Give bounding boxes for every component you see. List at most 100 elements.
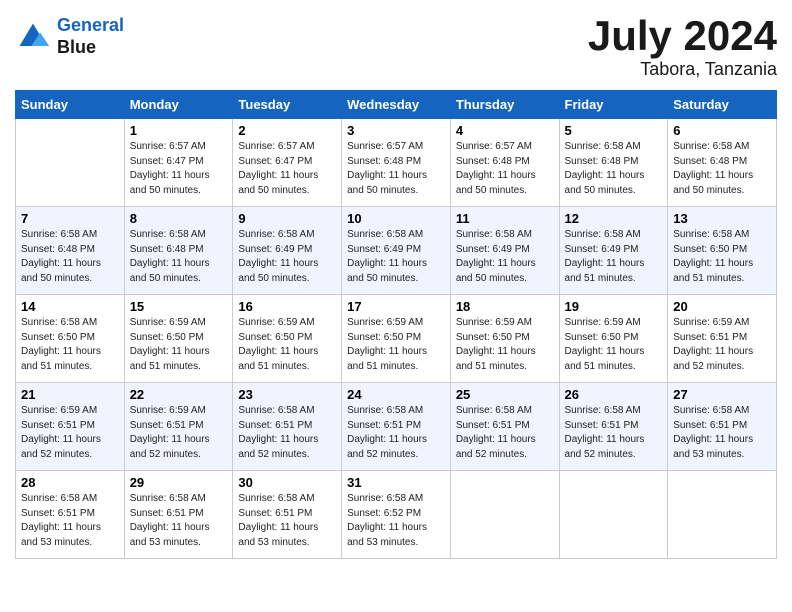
day-info: Sunrise: 6:58 AM Sunset: 6:50 PM Dayligh… xyxy=(673,228,771,286)
calendar-cell: 10Sunrise: 6:58 AM Sunset: 6:49 PM Dayli… xyxy=(342,207,451,295)
day-number: 25 xyxy=(456,387,554,402)
page-header: General Blue July 2024 Tabora, Tanzania xyxy=(15,15,777,80)
day-number: 31 xyxy=(347,475,445,490)
day-number: 20 xyxy=(673,299,771,314)
calendar-cell: 3 Sunrise: 6:57 AM Sunset: 6:48 PM Daylig… xyxy=(342,119,451,207)
day-number: 18 xyxy=(456,299,554,314)
day-number: 26 xyxy=(565,387,663,402)
calendar-cell: 22 Sunrise: 6:59 AM Sunset: 6:51 PM Dayli… xyxy=(124,383,233,471)
calendar-cell: 23 Sunrise: 6:58 AM Sunset: 6:51 PM Dayli… xyxy=(233,383,342,471)
day-number: 22 xyxy=(130,387,228,402)
logo: General Blue xyxy=(15,15,124,58)
day-info: Sunrise: 6:58 AM Sunset: 6:51 PM Dayligh… xyxy=(130,492,228,550)
calendar-cell: 9 Sunrise: 6:58 AM Sunset: 6:49 PM Daylig… xyxy=(233,207,342,295)
day-number: 11 xyxy=(456,211,554,226)
day-number: 12 xyxy=(565,211,663,226)
day-info: Sunrise: 6:58 AM Sunset: 6:48 PM Dayligh… xyxy=(130,228,228,286)
day-info: Sunrise: 6:57 AM Sunset: 6:48 PM Dayligh… xyxy=(347,140,445,198)
day-number: 27 xyxy=(673,387,771,402)
day-info: Sunrise: 6:59 AM Sunset: 6:51 PM Dayligh… xyxy=(130,404,228,462)
day-info: Sunrise: 6:58 AM Sunset: 6:51 PM Dayligh… xyxy=(238,404,336,462)
day-info: Sunrise: 6:58 AM Sunset: 6:51 PM Dayligh… xyxy=(21,492,119,550)
calendar-cell: 17 Sunrise: 6:59 AM Sunset: 6:50 PM Dayli… xyxy=(342,295,451,383)
day-number: 13 xyxy=(673,211,771,226)
calendar-cell: 28 Sunrise: 6:58 AM Sunset: 6:51 PM Dayli… xyxy=(16,471,125,559)
calendar-cell: 14 Sunrise: 6:58 AM Sunset: 6:50 PM Dayli… xyxy=(16,295,125,383)
calendar-table: SundayMondayTuesdayWednesdayThursdayFrid… xyxy=(15,90,777,559)
calendar-cell: 4Sunrise: 6:57 AM Sunset: 6:48 PM Daylig… xyxy=(450,119,559,207)
week-row-4: 21 Sunrise: 6:59 AM Sunset: 6:51 PM Dayli… xyxy=(16,383,777,471)
weekday-header-monday: Monday xyxy=(124,91,233,119)
calendar-cell: 1 Sunrise: 6:57 AM Sunset: 6:47 PM Daylig… xyxy=(124,119,233,207)
day-info: Sunrise: 6:59 AM Sunset: 6:50 PM Dayligh… xyxy=(238,316,336,374)
calendar-cell: 15Sunrise: 6:59 AM Sunset: 6:50 PM Dayli… xyxy=(124,295,233,383)
weekday-header-wednesday: Wednesday xyxy=(342,91,451,119)
logo-text: General Blue xyxy=(57,15,124,58)
day-info: Sunrise: 6:58 AM Sunset: 6:49 PM Dayligh… xyxy=(565,228,663,286)
day-number: 28 xyxy=(21,475,119,490)
week-row-3: 14 Sunrise: 6:58 AM Sunset: 6:50 PM Dayli… xyxy=(16,295,777,383)
weekday-header-sunday: Sunday xyxy=(16,91,125,119)
calendar-cell: 27 Sunrise: 6:58 AM Sunset: 6:51 PM Dayli… xyxy=(668,383,777,471)
calendar-body: 1 Sunrise: 6:57 AM Sunset: 6:47 PM Daylig… xyxy=(16,119,777,559)
day-info: Sunrise: 6:59 AM Sunset: 6:50 PM Dayligh… xyxy=(347,316,445,374)
calendar-cell: 24 Sunrise: 6:58 AM Sunset: 6:51 PM Dayli… xyxy=(342,383,451,471)
calendar-cell: 30Sunrise: 6:58 AM Sunset: 6:51 PM Dayli… xyxy=(233,471,342,559)
day-number: 19 xyxy=(565,299,663,314)
day-number: 29 xyxy=(130,475,228,490)
calendar-cell: 13 Sunrise: 6:58 AM Sunset: 6:50 PM Dayli… xyxy=(668,207,777,295)
calendar-cell xyxy=(450,471,559,559)
day-number: 9 xyxy=(238,211,336,226)
calendar-cell: 8Sunrise: 6:58 AM Sunset: 6:48 PM Daylig… xyxy=(124,207,233,295)
calendar-cell: 19Sunrise: 6:59 AM Sunset: 6:50 PM Dayli… xyxy=(559,295,668,383)
day-number: 23 xyxy=(238,387,336,402)
calendar-cell: 12 Sunrise: 6:58 AM Sunset: 6:49 PM Dayli… xyxy=(559,207,668,295)
week-row-1: 1 Sunrise: 6:57 AM Sunset: 6:47 PM Daylig… xyxy=(16,119,777,207)
day-info: Sunrise: 6:58 AM Sunset: 6:50 PM Dayligh… xyxy=(21,316,119,374)
calendar-cell: 16 Sunrise: 6:59 AM Sunset: 6:50 PM Dayli… xyxy=(233,295,342,383)
day-info: Sunrise: 6:58 AM Sunset: 6:49 PM Dayligh… xyxy=(456,228,554,286)
month-year-title: July 2024 xyxy=(588,15,777,57)
day-info: Sunrise: 6:58 AM Sunset: 6:48 PM Dayligh… xyxy=(565,140,663,198)
day-info: Sunrise: 6:57 AM Sunset: 6:48 PM Dayligh… xyxy=(456,140,554,198)
day-info: Sunrise: 6:57 AM Sunset: 6:47 PM Dayligh… xyxy=(130,140,228,198)
calendar-cell: 11 Sunrise: 6:58 AM Sunset: 6:49 PM Dayli… xyxy=(450,207,559,295)
day-info: Sunrise: 6:58 AM Sunset: 6:51 PM Dayligh… xyxy=(565,404,663,462)
title-block: July 2024 Tabora, Tanzania xyxy=(588,15,777,80)
day-info: Sunrise: 6:58 AM Sunset: 6:51 PM Dayligh… xyxy=(673,404,771,462)
day-info: Sunrise: 6:58 AM Sunset: 6:49 PM Dayligh… xyxy=(238,228,336,286)
location-subtitle: Tabora, Tanzania xyxy=(588,59,777,80)
calendar-cell: 5 Sunrise: 6:58 AM Sunset: 6:48 PM Daylig… xyxy=(559,119,668,207)
day-number: 6 xyxy=(673,123,771,138)
calendar-cell: 31Sunrise: 6:58 AM Sunset: 6:52 PM Dayli… xyxy=(342,471,451,559)
day-info: Sunrise: 6:59 AM Sunset: 6:51 PM Dayligh… xyxy=(21,404,119,462)
logo-icon xyxy=(15,19,51,55)
calendar-cell: 20 Sunrise: 6:59 AM Sunset: 6:51 PM Dayli… xyxy=(668,295,777,383)
day-number: 5 xyxy=(565,123,663,138)
day-info: Sunrise: 6:58 AM Sunset: 6:51 PM Dayligh… xyxy=(238,492,336,550)
day-info: Sunrise: 6:58 AM Sunset: 6:48 PM Dayligh… xyxy=(673,140,771,198)
day-info: Sunrise: 6:59 AM Sunset: 6:50 PM Dayligh… xyxy=(456,316,554,374)
day-number: 16 xyxy=(238,299,336,314)
day-info: Sunrise: 6:58 AM Sunset: 6:48 PM Dayligh… xyxy=(21,228,119,286)
day-number: 21 xyxy=(21,387,119,402)
weekday-header-saturday: Saturday xyxy=(668,91,777,119)
day-info: Sunrise: 6:57 AM Sunset: 6:47 PM Dayligh… xyxy=(238,140,336,198)
weekday-header-thursday: Thursday xyxy=(450,91,559,119)
day-info: Sunrise: 6:58 AM Sunset: 6:51 PM Dayligh… xyxy=(456,404,554,462)
day-number: 1 xyxy=(130,123,228,138)
week-row-5: 28 Sunrise: 6:58 AM Sunset: 6:51 PM Dayli… xyxy=(16,471,777,559)
day-info: Sunrise: 6:59 AM Sunset: 6:51 PM Dayligh… xyxy=(673,316,771,374)
calendar-cell: 2Sunrise: 6:57 AM Sunset: 6:47 PM Daylig… xyxy=(233,119,342,207)
day-number: 24 xyxy=(347,387,445,402)
week-row-2: 7 Sunrise: 6:58 AM Sunset: 6:48 PM Daylig… xyxy=(16,207,777,295)
day-number: 14 xyxy=(21,299,119,314)
day-info: Sunrise: 6:59 AM Sunset: 6:50 PM Dayligh… xyxy=(130,316,228,374)
day-number: 7 xyxy=(21,211,119,226)
day-number: 17 xyxy=(347,299,445,314)
weekday-header-friday: Friday xyxy=(559,91,668,119)
day-info: Sunrise: 6:58 AM Sunset: 6:49 PM Dayligh… xyxy=(347,228,445,286)
day-number: 3 xyxy=(347,123,445,138)
calendar-cell: 6 Sunrise: 6:58 AM Sunset: 6:48 PM Daylig… xyxy=(668,119,777,207)
day-info: Sunrise: 6:58 AM Sunset: 6:51 PM Dayligh… xyxy=(347,404,445,462)
